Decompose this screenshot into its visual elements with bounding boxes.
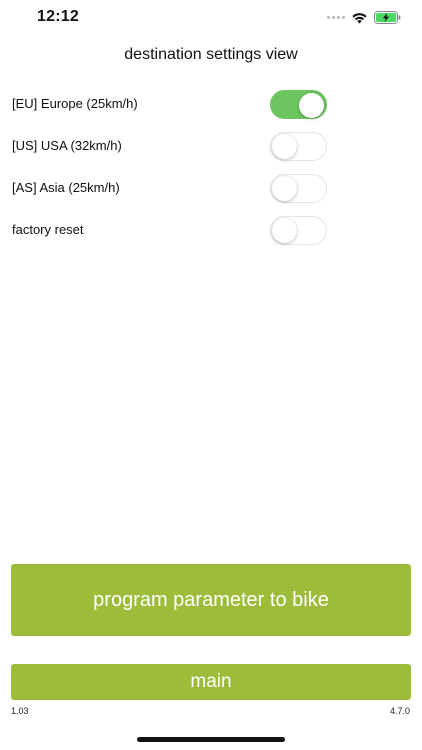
toggle-knob bbox=[272, 218, 297, 243]
status-bar: 12:12 bbox=[0, 0, 422, 40]
version-right: 4.7.0 bbox=[389, 706, 410, 716]
toggle-eu[interactable] bbox=[270, 90, 327, 119]
program-parameter-button[interactable]: program parameter to bike bbox=[11, 564, 411, 636]
main-button[interactable]: main bbox=[11, 664, 411, 700]
toggle-knob bbox=[299, 92, 324, 118]
home-indicator bbox=[137, 737, 285, 742]
wifi-icon bbox=[351, 12, 368, 24]
page-title: destination settings view bbox=[124, 46, 298, 63]
setting-label-us: [US] USA (32km/h) bbox=[12, 138, 122, 153]
status-time: 12:12 bbox=[37, 8, 79, 25]
toggle-knob bbox=[272, 134, 297, 159]
setting-row-eu: [EU] Europe (25km/h) bbox=[0, 90, 422, 120]
status-icons bbox=[327, 11, 401, 24]
signal-dots-icon bbox=[327, 16, 345, 19]
toggle-factory-reset[interactable] bbox=[270, 216, 327, 245]
version-left: 1.03 bbox=[11, 706, 29, 716]
toggle-as[interactable] bbox=[270, 174, 327, 203]
setting-row-us: [US] USA (32km/h) bbox=[0, 132, 422, 162]
setting-label-factory-reset: factory reset bbox=[12, 222, 84, 237]
toggle-us[interactable] bbox=[270, 132, 327, 161]
setting-row-factory-reset: factory reset bbox=[0, 216, 422, 246]
battery-charging-icon bbox=[374, 11, 401, 24]
setting-label-eu: [EU] Europe (25km/h) bbox=[12, 96, 138, 111]
setting-row-as: [AS] Asia (25km/h) bbox=[0, 174, 422, 204]
setting-label-as: [AS] Asia (25km/h) bbox=[12, 180, 120, 195]
toggle-knob bbox=[272, 176, 297, 201]
